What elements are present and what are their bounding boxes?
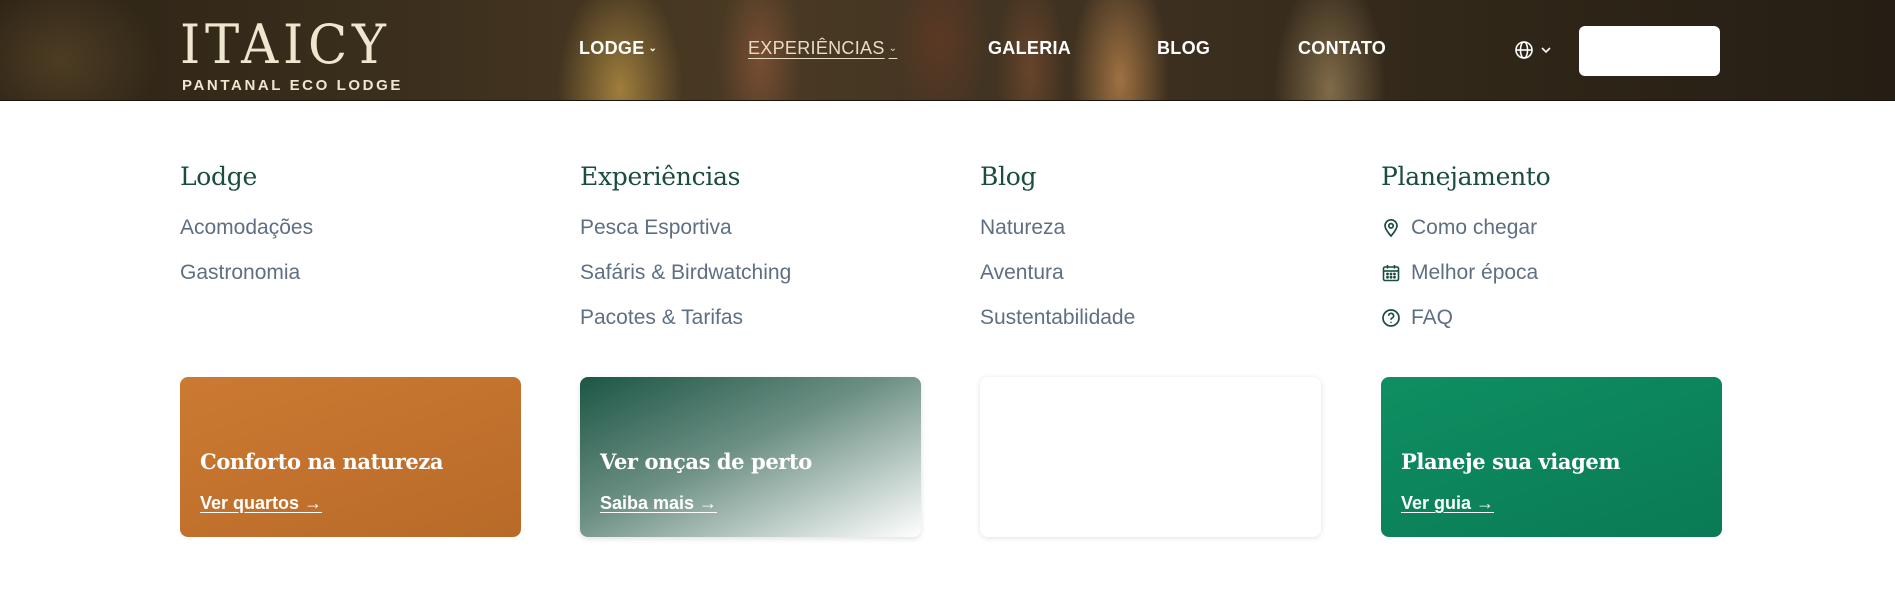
- menu-column-lodge: Lodge Acomodações Gastronomia: [180, 162, 520, 295]
- chevron-down-icon: ⌄: [888, 43, 898, 54]
- menu-link-safaris-birdwatching[interactable]: Safáris & Birdwatching: [580, 250, 920, 295]
- nav-item-label: EXPERIÊNCIAS: [748, 38, 885, 58]
- header-cta-button[interactable]: [1579, 26, 1720, 76]
- menu-column-experiencias: Experiências Pesca Esportiva Safáris & B…: [580, 162, 920, 340]
- globe-icon: [1515, 41, 1533, 59]
- nav-item-galeria[interactable]: GALERIA: [988, 38, 1071, 59]
- promo-card-blog[interactable]: [980, 377, 1321, 537]
- chevron-down-icon: [1541, 47, 1551, 54]
- menu-link-sustentabilidade[interactable]: Sustentabilidade: [980, 295, 1320, 340]
- menu-column-blog: Blog Natureza Aventura Sustentabilidade: [980, 162, 1320, 340]
- nav-item-lodge[interactable]: LODGE ⌄: [579, 38, 657, 59]
- column-title: Planejamento: [1381, 162, 1551, 191]
- menu-link-melhor-epoca[interactable]: Melhor época: [1381, 250, 1721, 295]
- menu-link-label: Como chegar: [1411, 215, 1538, 239]
- nav-item-blog[interactable]: BLOG: [1157, 38, 1210, 59]
- column-title: Lodge: [180, 162, 257, 191]
- card-link-saiba-mais[interactable]: Saiba mais →: [600, 493, 717, 514]
- column-title: Experiências: [580, 162, 741, 191]
- promo-card-planeje[interactable]: Planeje sua viagem Ver guia →: [1381, 377, 1722, 537]
- menu-link-acomodacoes[interactable]: Acomodações: [180, 205, 520, 250]
- menu-column-planejamento: Planejamento Como chegar Melhor época FA…: [1381, 162, 1721, 340]
- help-circle-icon: [1382, 308, 1400, 327]
- menu-link-faq[interactable]: FAQ: [1381, 295, 1721, 340]
- menu-link-pacotes-tarifas[interactable]: Pacotes & Tarifas: [580, 295, 920, 340]
- menu-link-label: FAQ: [1411, 305, 1454, 329]
- promo-card-oncas[interactable]: Ver onças de perto Saiba mais →: [580, 377, 921, 537]
- card-link-ver-quartos[interactable]: Ver quartos →: [200, 493, 322, 514]
- promo-card-conforto[interactable]: Conforto na natureza Ver quartos →: [180, 377, 521, 537]
- card-title: Conforto na natureza: [200, 449, 444, 474]
- menu-link-pesca-esportiva[interactable]: Pesca Esportiva: [580, 205, 920, 250]
- nav-item-label: LODGE: [579, 38, 645, 58]
- card-link-ver-guia[interactable]: Ver guia →: [1401, 493, 1494, 514]
- calendar-icon: [1382, 264, 1400, 281]
- site-header: ITAICY PANTANAL ECO LODGE LODGE ⌄ EXPERIÊ…: [0, 0, 1895, 101]
- nav-item-contato[interactable]: CONTATO: [1298, 38, 1386, 59]
- site-logo[interactable]: ITAICY PANTANAL ECO LODGE: [180, 13, 403, 95]
- column-title: Blog: [980, 162, 1037, 191]
- chevron-down-icon: ⌄: [648, 43, 658, 54]
- logo-tagline: PANTANAL ECO LODGE: [182, 77, 403, 94]
- menu-link-aventura[interactable]: Aventura: [980, 250, 1320, 295]
- logo-wordmark: ITAICY: [180, 13, 391, 76]
- menu-link-gastronomia[interactable]: Gastronomia: [180, 250, 520, 295]
- nav-item-experiencias[interactable]: EXPERIÊNCIAS ⌄: [748, 38, 897, 59]
- menu-link-como-chegar[interactable]: Como chegar: [1381, 205, 1721, 250]
- card-title: Ver onças de perto: [600, 449, 812, 474]
- language-switcher[interactable]: [1514, 40, 1554, 62]
- menu-link-natureza[interactable]: Natureza: [980, 205, 1320, 250]
- map-pin-icon: [1384, 218, 1398, 237]
- card-title: Planeje sua viagem: [1401, 449, 1621, 474]
- menu-link-label: Melhor época: [1411, 260, 1539, 284]
